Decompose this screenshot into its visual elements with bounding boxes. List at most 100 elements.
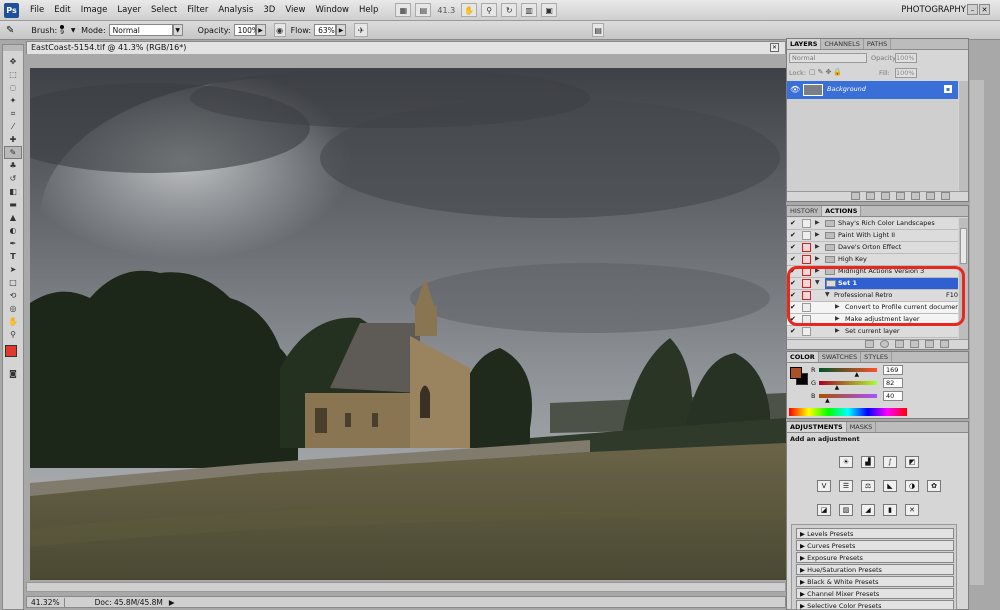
zoom-level-readout[interactable]: 41.3 — [433, 6, 459, 15]
action-enable-checkmark-icon[interactable]: ✔ — [790, 255, 799, 264]
status-doc-size[interactable]: Doc: 45.8M/45.8M — [65, 598, 163, 607]
add-mask-icon[interactable] — [881, 192, 890, 200]
hand-tool-icon[interactable]: ✋ — [461, 3, 478, 17]
airbrush-icon[interactable]: ✈ — [354, 23, 369, 37]
brightness-contrast-icon[interactable]: ☀ — [839, 456, 853, 468]
levels-icon[interactable]: ▟ — [861, 456, 875, 468]
layer-visibility-eye-icon[interactable]: 👁 — [790, 85, 800, 94]
dodge-tool-icon[interactable]: ◐ — [4, 224, 22, 237]
action-set-row[interactable]: ✔ ▶ Dave's Orton Effect — [787, 242, 958, 254]
new-group-icon[interactable] — [911, 192, 920, 200]
channel-mixer-icon[interactable]: ✿ — [927, 480, 941, 492]
eraser-tool-icon[interactable]: ◧ — [4, 185, 22, 198]
posterize-icon[interactable]: ▨ — [839, 504, 853, 516]
gradient-map-icon[interactable]: ▮ — [883, 504, 897, 516]
blur-tool-icon[interactable]: ▲ — [4, 211, 22, 224]
preset-hue-saturation[interactable]: ▶ Hue/Saturation Presets — [796, 564, 954, 575]
action-enable-checkmark-icon[interactable]: ✔ — [790, 327, 799, 336]
flow-slider-icon[interactable]: ▶ — [336, 24, 347, 36]
new-adjustment-icon[interactable] — [896, 192, 905, 200]
workspace-right-scrollbar[interactable] — [970, 80, 984, 585]
menu-help[interactable]: Help — [354, 5, 383, 15]
layer-style-icon[interactable] — [866, 192, 875, 200]
tools-panel-grip[interactable] — [3, 45, 23, 51]
fill-field[interactable]: 100% — [895, 68, 917, 78]
preset-selective-color[interactable]: ▶ Selective Color Presets — [796, 600, 954, 609]
expand-triangle-icon[interactable]: ▶ — [815, 255, 820, 262]
photo-filter-icon[interactable]: ◑ — [905, 480, 919, 492]
healing-brush-tool-icon[interactable]: ✚ — [4, 133, 22, 146]
tab-history[interactable]: HISTORY — [787, 206, 823, 216]
layers-scrollbar[interactable] — [959, 81, 968, 192]
lasso-tool-icon[interactable]: ◌ — [4, 81, 22, 94]
marquee-tool-icon[interactable]: ⬚ — [4, 68, 22, 81]
launch-bridge-button[interactable]: ▦ — [395, 3, 412, 17]
foreground-color-swatch[interactable] — [5, 345, 17, 357]
zoom-tool-panel-icon[interactable]: ⚲ — [4, 328, 22, 341]
menu-filter[interactable]: Filter — [182, 5, 213, 15]
expand-triangle-icon[interactable]: ▶ — [815, 231, 820, 238]
action-dialog-toggle[interactable] — [802, 243, 811, 252]
brush-tool-icon[interactable]: ✎ — [6, 25, 14, 36]
3d-orbit-tool-icon[interactable]: ◎ — [4, 302, 22, 315]
menu-3d[interactable]: 3D — [258, 5, 280, 15]
menu-edit[interactable]: Edit — [49, 5, 75, 15]
play-icon[interactable] — [895, 340, 904, 348]
eyedropper-tool-icon[interactable]: ⁄ — [4, 120, 22, 133]
opacity-field[interactable]: 100% — [233, 24, 259, 36]
tab-adjustments[interactable]: ADJUSTMENTS — [787, 422, 847, 432]
document-horizontal-scrollbar[interactable] — [26, 582, 786, 592]
action-enable-checkmark-icon[interactable]: ✔ — [790, 231, 799, 240]
hand-tool-panel-icon[interactable]: ✋ — [4, 315, 22, 328]
red-slider-track[interactable] — [819, 368, 877, 372]
invert-icon[interactable]: ◪ — [817, 504, 831, 516]
new-set-icon[interactable] — [910, 340, 919, 348]
hue-saturation-icon[interactable]: ☰ — [839, 480, 853, 492]
tab-styles[interactable]: STYLES — [861, 352, 893, 362]
green-slider-track[interactable] — [819, 381, 877, 385]
menu-select[interactable]: Select — [146, 5, 182, 15]
workspace-switcher[interactable]: PHOTOGRAPHY — [901, 5, 966, 15]
delete-action-icon[interactable] — [940, 340, 949, 348]
move-tool-icon[interactable]: ✥ — [4, 55, 22, 68]
mode-select[interactable]: Normal — [108, 24, 173, 36]
preset-curves[interactable]: ▶ Curves Presets — [796, 540, 954, 551]
brush-tool-selected-icon[interactable]: ✎ — [4, 146, 22, 159]
action-enable-checkmark-icon[interactable]: ✔ — [790, 219, 799, 228]
arrange-documents-button[interactable]: ▥ — [521, 3, 538, 17]
red-slider-thumb-icon[interactable]: ▲ — [854, 372, 859, 378]
pen-tool-icon[interactable]: ✒ — [4, 237, 22, 250]
action-dialog-toggle[interactable] — [802, 219, 811, 228]
delete-layer-icon[interactable] — [941, 192, 950, 200]
color-spectrum-ramp[interactable] — [789, 408, 907, 416]
color-balance-icon[interactable]: ⚖ — [861, 480, 875, 492]
menu-view[interactable]: View — [280, 5, 310, 15]
brush-panel-toggle-icon[interactable]: ▤ — [592, 23, 605, 37]
tab-paths[interactable]: PATHS — [864, 39, 892, 49]
tablet-pressure-opacity-icon[interactable]: ◉ — [273, 23, 286, 37]
menu-image[interactable]: Image — [76, 5, 113, 15]
threshold-icon[interactable]: ◢ — [861, 504, 875, 516]
tab-channels[interactable]: CHANNELS — [821, 39, 864, 49]
tab-masks[interactable]: MASKS — [847, 422, 877, 432]
document-canvas[interactable] — [30, 68, 786, 580]
quick-selection-tool-icon[interactable]: ✦ — [4, 94, 22, 107]
gradient-tool-icon[interactable]: ▬ — [4, 198, 22, 211]
vibrance-icon[interactable]: V — [817, 480, 831, 492]
preset-black-white[interactable]: ▶ Black & White Presets — [796, 576, 954, 587]
tab-actions[interactable]: ACTIONS — [822, 206, 862, 216]
history-brush-tool-icon[interactable]: ↺ — [4, 172, 22, 185]
menu-analysis[interactable]: Analysis — [213, 5, 258, 15]
document-tab[interactable]: EastCoast-5154.tif @ 41.3% (RGB/16*) ✕ — [26, 41, 786, 54]
tab-layers[interactable]: LAYERS — [787, 39, 822, 49]
green-value-field[interactable]: 82 — [883, 378, 903, 388]
tab-color[interactable]: COLOR — [787, 352, 819, 362]
green-slider-thumb-icon[interactable]: ▲ — [835, 385, 840, 391]
preset-levels[interactable]: ▶ Levels Presets — [796, 528, 954, 539]
screen-mode-button[interactable]: ▣ — [541, 3, 558, 17]
3d-rotate-tool-icon[interactable]: ⟲ — [4, 289, 22, 302]
minimize-icon[interactable]: – — [967, 4, 978, 15]
view-extras-button[interactable]: ▤ — [415, 3, 432, 17]
type-tool-icon[interactable]: T — [4, 250, 22, 263]
shape-tool-icon[interactable]: □ — [4, 276, 22, 289]
